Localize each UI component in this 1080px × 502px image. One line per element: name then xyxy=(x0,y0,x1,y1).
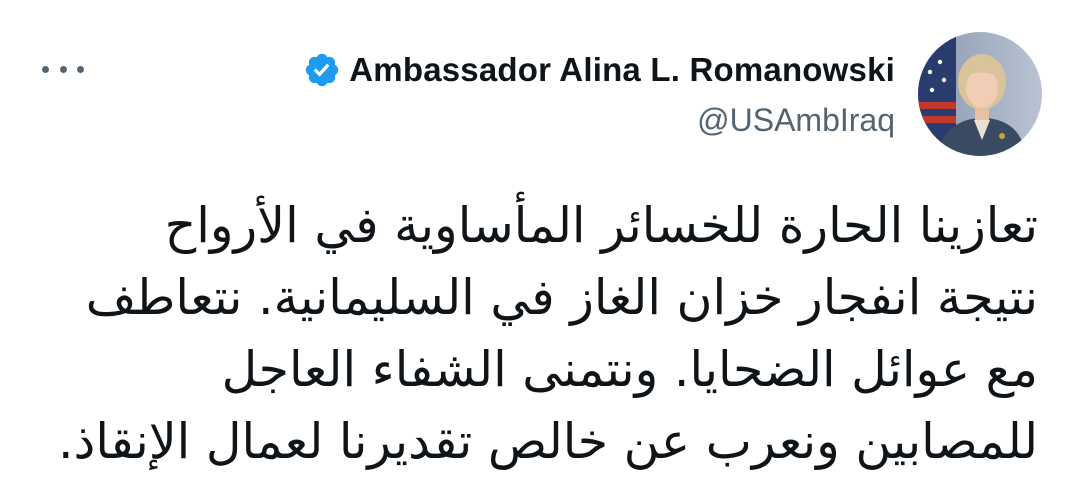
author-display-name[interactable]: Ambassador Alina L. Romanowski xyxy=(349,51,895,89)
tweet-text-line: للمصابين ونعرب عن خالص تقديرنا لعمال الإ… xyxy=(57,413,1038,470)
tweet-text: تعازينا الحارة للخسائر المأساوية في الأر… xyxy=(38,190,1038,478)
more-options-icon-dot xyxy=(77,65,84,73)
more-options-icon-dot xyxy=(59,65,67,73)
author-handle[interactable]: @USAmbIraq xyxy=(303,102,895,139)
verified-badge-icon xyxy=(306,53,339,87)
profile-photo-icon xyxy=(918,32,1042,156)
more-options-icon xyxy=(42,65,49,73)
tweet-text-line: مع عوائل الضحايا. ونتمنى الشفاء العاجل xyxy=(221,341,1038,398)
tweet-text-line: نتيجة انفجار خزان الغاز في السليمانية. ن… xyxy=(85,269,1038,326)
tweet-text-line: تعازينا الحارة للخسائر المأساوية في الأر… xyxy=(164,197,1038,254)
tweet-author[interactable]: Ambassador Alina L. Romanowski @USAmbIra… xyxy=(303,48,895,139)
avatar[interactable] xyxy=(918,32,1042,156)
more-options-button[interactable] xyxy=(40,56,86,82)
author-name-row: Ambassador Alina L. Romanowski xyxy=(303,48,895,92)
